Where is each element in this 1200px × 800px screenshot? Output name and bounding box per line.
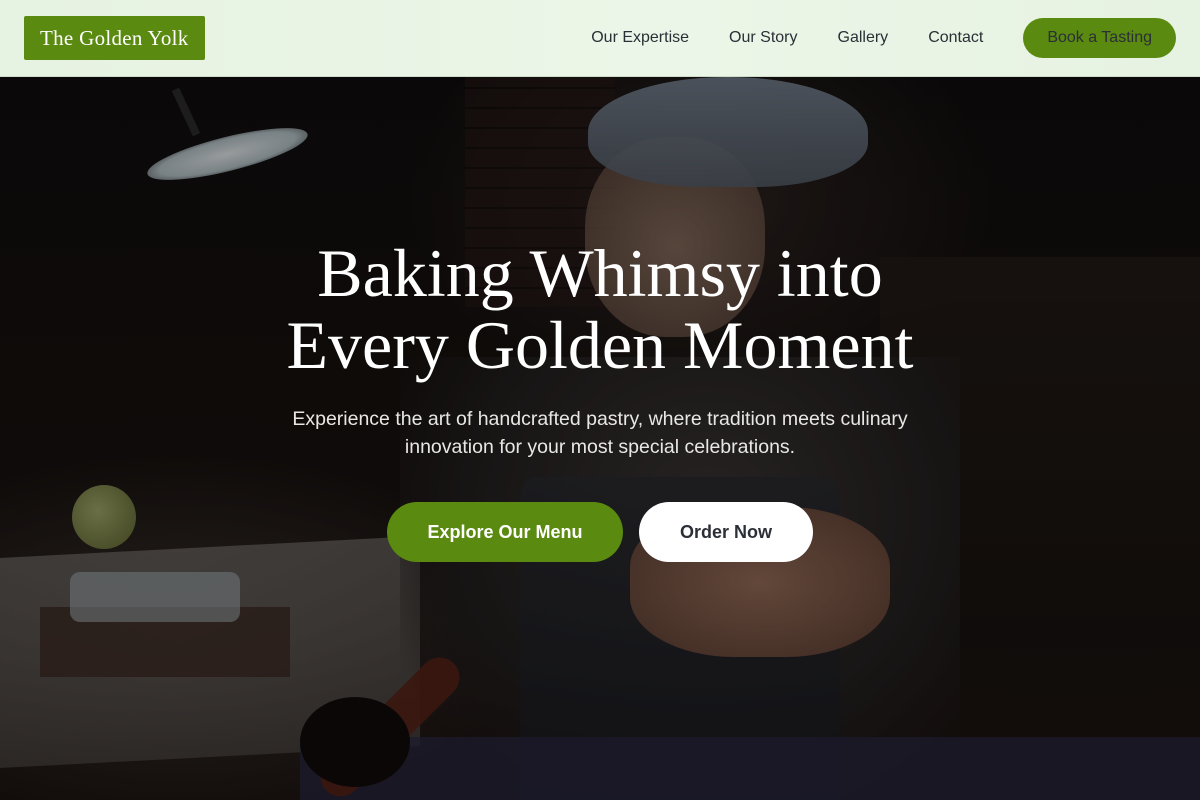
- hero-title-line1: Baking Whimsy into: [317, 235, 883, 311]
- hero-title: Baking Whimsy into Every Golden Moment: [0, 237, 1200, 381]
- nav-link-expertise[interactable]: Our Expertise: [591, 29, 689, 47]
- nav-link-story[interactable]: Our Story: [729, 29, 797, 47]
- nav-link-gallery[interactable]: Gallery: [838, 29, 889, 47]
- nav-link-contact[interactable]: Contact: [928, 29, 983, 47]
- explore-menu-button[interactable]: Explore Our Menu: [387, 502, 623, 562]
- hero-subtitle: Experience the art of handcrafted pastry…: [292, 408, 908, 458]
- hero-title-line2: Every Golden Moment: [286, 307, 914, 383]
- main-nav: Our Expertise Our Story Gallery Contact …: [591, 18, 1176, 58]
- site-logo[interactable]: The Golden Yolk: [24, 16, 205, 60]
- site-header: The Golden Yolk Our Expertise Our Story …: [0, 0, 1200, 77]
- hero-content: Baking Whimsy into Every Golden Moment E…: [0, 77, 1200, 800]
- order-now-button[interactable]: Order Now: [639, 502, 813, 562]
- book-tasting-button[interactable]: Book a Tasting: [1023, 18, 1176, 58]
- hero-buttons: Explore Our Menu Order Now: [0, 502, 1200, 562]
